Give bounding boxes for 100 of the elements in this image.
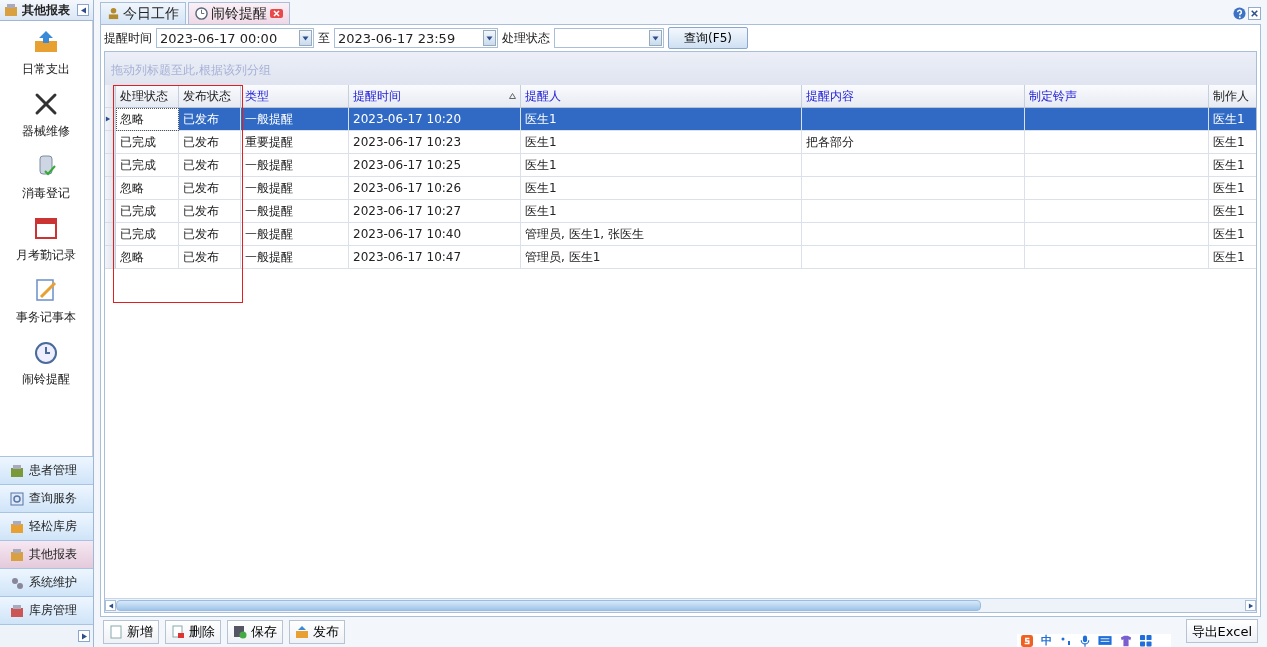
table-cell: 一般提醒 — [241, 154, 349, 177]
table-cell: 管理员, 医生1 — [521, 246, 802, 269]
dropdown-icon — [486, 34, 493, 42]
nav-button[interactable]: 其他报表 — [0, 540, 93, 568]
tab[interactable]: 今日工作 — [100, 2, 186, 24]
close-icon[interactable] — [270, 9, 283, 18]
table-cell: 已完成 — [116, 200, 179, 223]
table-cell: 2023-06-17 10:23 — [349, 131, 521, 154]
person-icon — [107, 7, 120, 20]
alarm-clock-icon — [33, 339, 59, 365]
export-button[interactable]: 导出Excel — [1185, 619, 1258, 643]
toolbar-button[interactable]: 保存 — [227, 620, 283, 644]
keyboard-icon[interactable] — [1098, 635, 1112, 646]
dropdown-icon — [652, 34, 659, 42]
sidebar-item[interactable]: 闹铃提醒 — [22, 371, 70, 388]
nav-button[interactable]: 查询服务 — [0, 484, 93, 512]
envelope-icon — [295, 625, 309, 639]
tab[interactable]: 闹铃提醒 — [188, 2, 290, 24]
sidebar-item[interactable]: 消毒登记 — [22, 185, 70, 202]
query-button[interactable]: 查询(F5) — [668, 27, 748, 49]
grid-icon[interactable] — [1140, 634, 1152, 647]
toolbar-button[interactable]: 发布 — [289, 620, 345, 644]
dropdown-icon — [302, 34, 309, 42]
row-header[interactable] — [105, 200, 116, 223]
save-icon — [233, 625, 247, 639]
date-field[interactable]: 2023-06-17 23:59 — [334, 28, 498, 48]
table-cell: 2023-06-17 10:26 — [349, 177, 521, 200]
scroll-left-button[interactable] — [105, 600, 116, 611]
delete-document-icon — [171, 625, 185, 639]
table-cell: 已发布 — [179, 108, 241, 131]
row-pointer-icon — [105, 116, 111, 122]
column-header[interactable]: 提醒人 — [521, 85, 802, 108]
table-cell: 已发布 — [179, 154, 241, 177]
column-header[interactable]: 提醒时间 — [349, 85, 521, 108]
notepad-icon — [33, 277, 59, 303]
sidebar-item[interactable]: 月考勤记录 — [16, 247, 76, 264]
column-header[interactable]: 发布状态 — [179, 85, 241, 108]
table-cell: 把各部分 — [802, 131, 1025, 154]
row-header[interactable] — [105, 223, 116, 246]
table-cell: 已发布 — [179, 246, 241, 269]
nav-button[interactable]: 患者管理 — [0, 456, 93, 484]
row-header[interactable] — [105, 154, 116, 177]
table-cell: 一般提醒 — [241, 223, 349, 246]
box-icon — [10, 519, 24, 534]
row-header[interactable] — [105, 246, 116, 269]
scrollbar-thumb[interactable] — [116, 600, 982, 611]
sidebar-item[interactable]: 日常支出 — [22, 61, 70, 78]
scroll-right-button[interactable] — [1245, 600, 1256, 611]
sidebar-item[interactable]: 器械维修 — [22, 123, 70, 140]
caret-icon — [107, 602, 114, 609]
nav-button[interactable]: 系统维护 — [0, 568, 93, 596]
calendar-icon — [33, 215, 59, 241]
field-label: 至 — [318, 29, 330, 47]
table-cell: 医生1 — [521, 108, 802, 131]
column-header[interactable]: 提醒内容 — [802, 85, 1025, 108]
ime-mode[interactable]: 中 — [1041, 634, 1052, 647]
caret-icon — [79, 6, 87, 14]
expand-button[interactable] — [78, 630, 90, 642]
table-cell: 2023-06-17 10:25 — [349, 154, 521, 177]
table-cell: 已发布 — [179, 177, 241, 200]
help-icon[interactable] — [1233, 7, 1246, 20]
column-header[interactable]: 类型 — [241, 85, 349, 108]
table-cell: 一般提醒 — [241, 177, 349, 200]
column-header[interactable]: 处理状态 — [116, 85, 179, 108]
table-cell: 2023-06-17 10:40 — [349, 223, 521, 246]
table-cell: 忽略 — [116, 177, 179, 200]
close-icon[interactable] — [1248, 7, 1261, 20]
collapse-button[interactable] — [77, 4, 89, 16]
tray-icon — [33, 29, 59, 55]
column-header[interactable]: 制定铃声 — [1025, 85, 1209, 108]
date-field[interactable]: 2023-06-17 00:00 — [156, 28, 314, 48]
table-cell: 一般提醒 — [241, 246, 349, 269]
table-cell: 已发布 — [179, 131, 241, 154]
table-cell: 医生1 — [1209, 108, 1256, 131]
row-header[interactable] — [105, 177, 116, 200]
table-cell: 已完成 — [116, 154, 179, 177]
shirt-icon[interactable] — [1120, 634, 1132, 647]
table-cell: 管理员, 医生1, 张医生 — [521, 223, 802, 246]
table-cell: 医生1 — [521, 154, 802, 177]
sidebar-item[interactable]: 事务记事本 — [16, 309, 76, 326]
printer-icon — [4, 3, 18, 17]
toolbar-button[interactable]: 新增 — [103, 620, 159, 644]
nav-button[interactable]: 库房管理 — [0, 596, 93, 624]
column-header[interactable]: 制作人 — [1209, 85, 1256, 108]
nav-button[interactable]: 轻松库房 — [0, 512, 93, 540]
table-cell: 2023-06-17 10:20 — [349, 108, 521, 131]
people-icon — [10, 463, 24, 478]
table-cell: 重要提醒 — [241, 131, 349, 154]
table-cell: 已完成 — [116, 131, 179, 154]
row-header — [105, 85, 116, 108]
table-cell: 一般提醒 — [241, 200, 349, 223]
sidebar-title: 其他报表 — [22, 1, 71, 19]
toolbar-button[interactable]: 删除 — [165, 620, 221, 644]
table-cell: 忽略 — [116, 108, 179, 131]
table-cell: 医生1 — [521, 200, 802, 223]
field-label: 提醒时间 — [104, 29, 152, 47]
microphone-icon[interactable] — [1080, 634, 1090, 647]
new-document-icon — [109, 625, 123, 639]
sort-icon — [509, 93, 516, 99]
row-header[interactable] — [105, 131, 116, 154]
